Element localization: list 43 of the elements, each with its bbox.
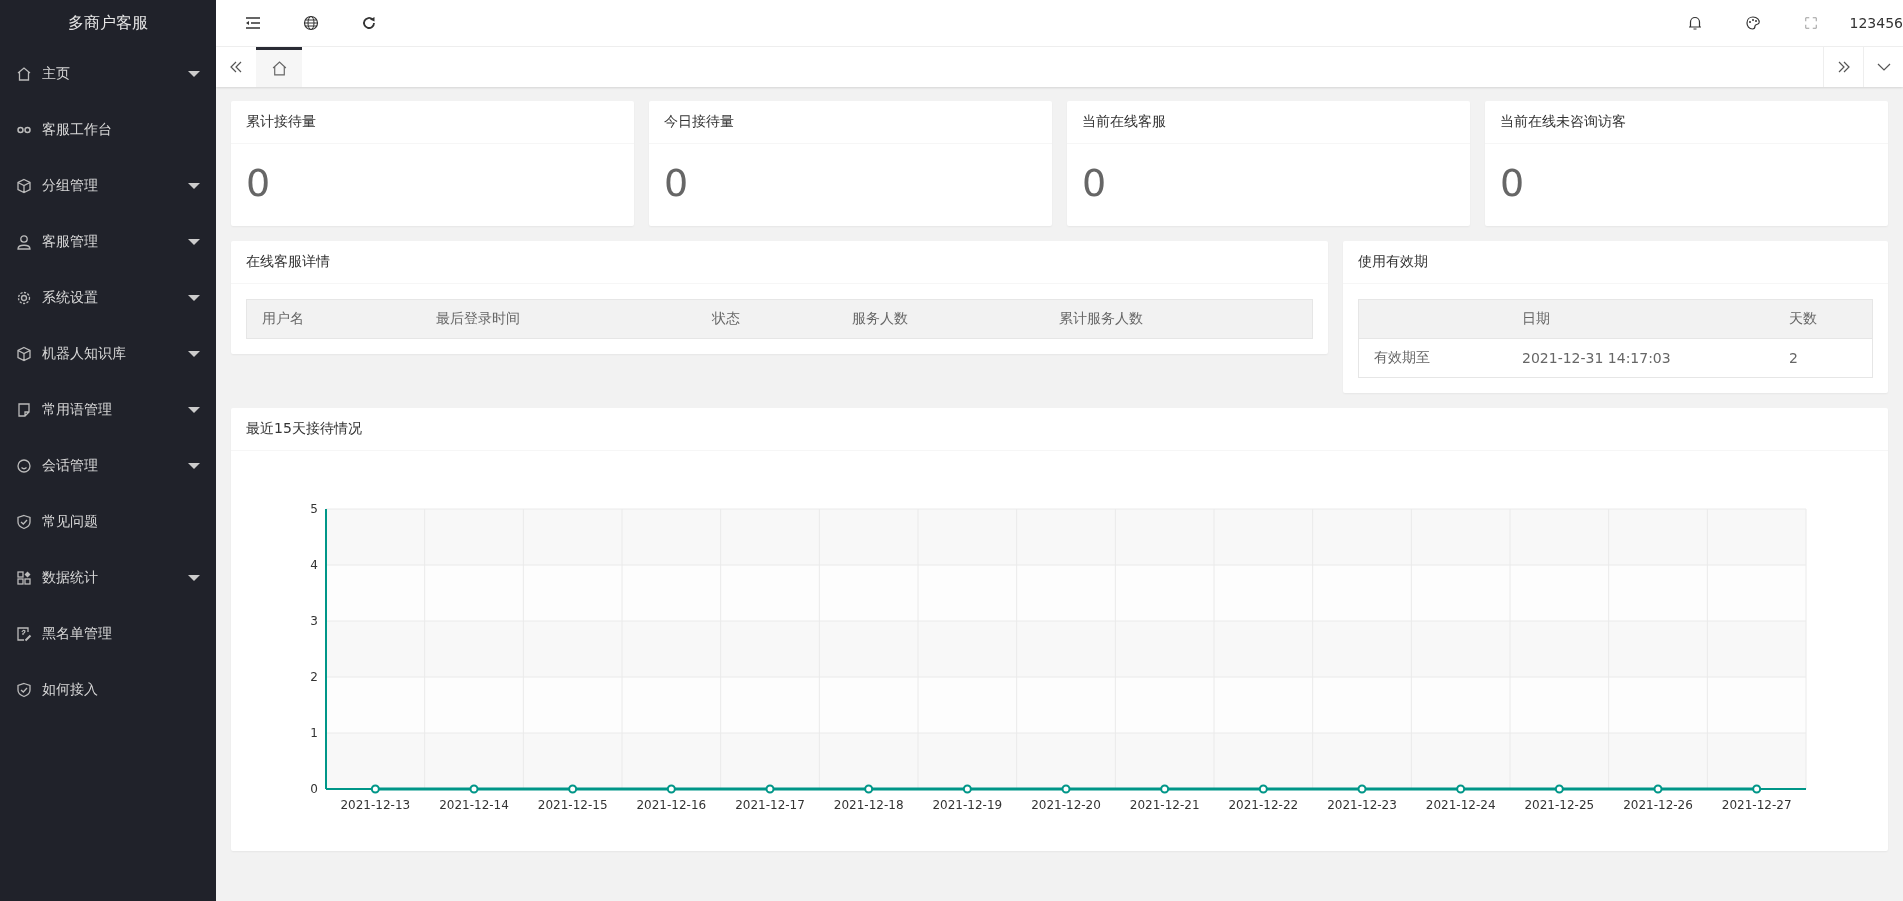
stat-label: 今日接待量: [664, 113, 734, 131]
x-tick-label: 2021-12-27: [1721, 798, 1792, 812]
stat-label: 当前在线客服: [1082, 113, 1166, 131]
x-tick-label: 2021-12-13: [340, 798, 411, 812]
column-header: 状态: [711, 309, 741, 328]
y-tick-label: 3: [310, 614, 318, 628]
y-tick-label: 2: [310, 670, 318, 684]
x-tick-label: 2021-12-26: [1623, 798, 1693, 812]
stat-value: 0: [1082, 161, 1107, 205]
stat-value: 0: [664, 161, 689, 205]
table-cell-text: 有效期至: [1373, 348, 1431, 367]
y-tick-label: 4: [310, 558, 318, 572]
stat-value: 0: [1500, 161, 1525, 205]
column-header: 用户名: [261, 309, 305, 328]
y-tick-label: 5: [310, 502, 318, 516]
column-header: 累计服务人数: [1058, 309, 1144, 328]
x-tick-label: 2021-12-23: [1327, 798, 1397, 812]
column-header: 服务人数: [851, 309, 909, 328]
column-header: 天数: [1788, 309, 1818, 328]
table-cell-text: 2021-12-31 14:17:03: [1521, 349, 1672, 368]
x-tick-label: 2021-12-18: [833, 798, 904, 812]
x-tick-label: 2021-12-20: [1031, 798, 1101, 812]
table-cell-text: 2: [1788, 349, 1799, 368]
stat-label: 累计接待量: [246, 113, 316, 131]
x-tick-label: 2021-12-17: [735, 798, 805, 812]
stat-label: 当前在线未咨询访客: [1500, 113, 1626, 131]
x-tick-label: 2021-12-19: [932, 798, 1003, 812]
y-tick-label: 0: [310, 782, 318, 796]
x-tick-label: 2021-12-14: [439, 798, 509, 812]
x-tick-label: 2021-12-24: [1425, 798, 1496, 812]
panel-title: 使用有效期: [1358, 253, 1428, 271]
x-tick-label: 2021-12-21: [1129, 798, 1200, 812]
stat-value: 0: [246, 161, 271, 205]
panel-title: 在线客服详情: [246, 253, 330, 271]
column-header: 日期: [1521, 309, 1551, 328]
x-tick-label: 2021-12-16: [636, 798, 707, 812]
x-tick-label: 2021-12-22: [1228, 798, 1299, 812]
x-tick-label: 2021-12-25: [1524, 798, 1595, 812]
x-tick-label: 2021-12-15: [537, 798, 608, 812]
app-title: 多商户客服: [68, 11, 148, 34]
y-tick-label: 1: [310, 726, 318, 740]
column-header: 最后登录时间: [435, 309, 521, 328]
panel-title: 最近15天接待情况: [246, 420, 362, 438]
